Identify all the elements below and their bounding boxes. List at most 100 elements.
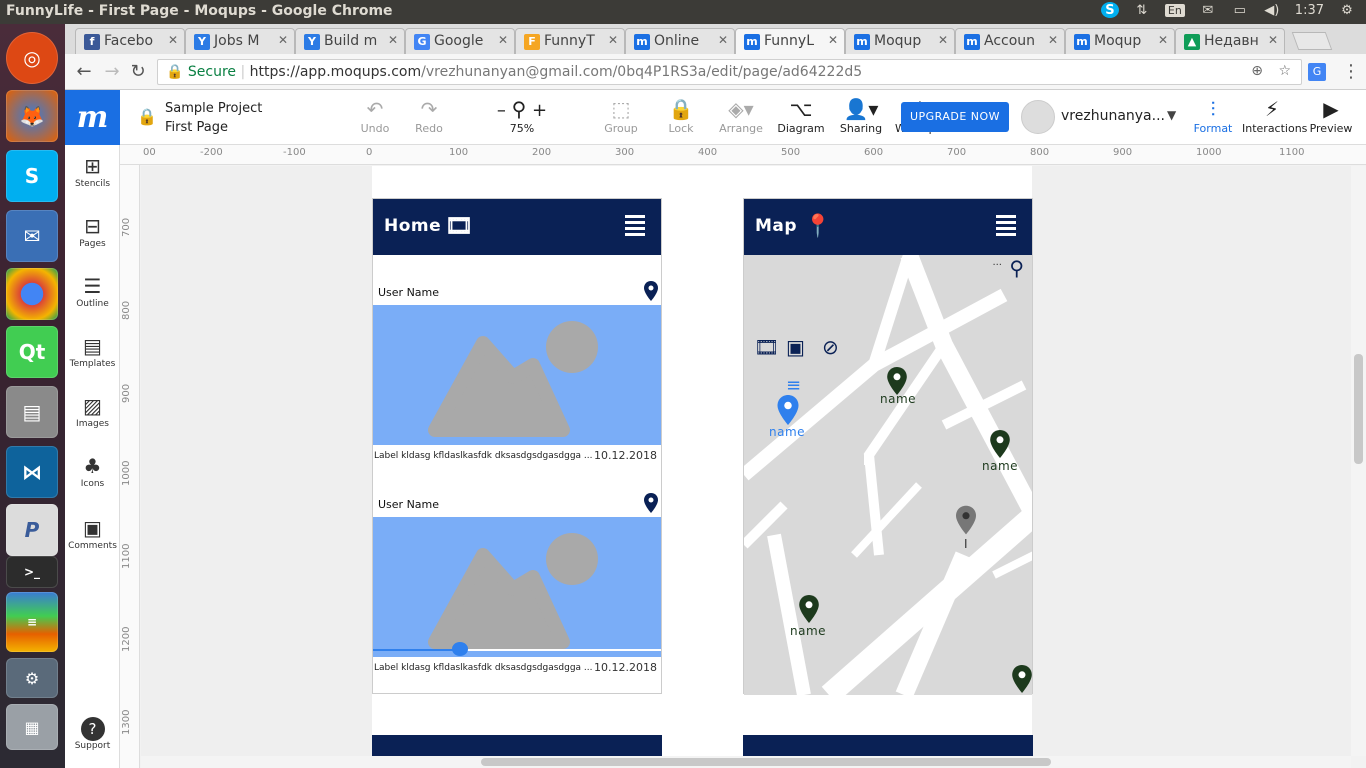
hamburger-menu-icon[interactable] [625,215,645,239]
vertical-scrollbar[interactable] [1351,166,1366,756]
lock-button[interactable]: 🔒 Lock [651,96,711,135]
search-icon[interactable]: ⚲ [1009,256,1024,280]
keyboard-language[interactable]: En [1164,3,1185,17]
next-screen-header[interactable] [743,735,1033,756]
editor-canvas[interactable]: Home 🎞 User Name Label kldasg kfldaslkas… [141,166,1351,756]
close-icon[interactable]: ✕ [828,33,838,47]
phpstorm-icon[interactable]: P [6,504,58,556]
translate-extension-icon[interactable]: G [1308,63,1326,81]
next-screen-header[interactable] [372,735,662,756]
icons-button[interactable]: ♣ Icons [65,453,120,489]
browser-tab[interactable]: m Moqup ✕ [1065,28,1175,54]
office-apps-icon[interactable]: ≡ [6,592,58,652]
firefox-icon[interactable]: 🦊 [6,90,58,142]
horizontal-scrollbar[interactable] [141,756,1351,768]
project-lock-icon[interactable]: 🔒 [137,107,157,126]
zoom-out-button[interactable]: – [497,100,506,121]
browser-tab[interactable]: F FunnyT ✕ [515,28,625,54]
close-icon[interactable]: ✕ [498,33,508,47]
chrome-icon[interactable] [6,268,58,320]
close-icon[interactable]: ✕ [1268,33,1278,47]
film-filter-icon[interactable]: 🎞 [754,335,779,359]
stencils-button[interactable]: ⊞ Stencils [65,153,120,189]
skype-preview-icon[interactable]: S [6,150,58,202]
video-progress-bar[interactable] [373,642,661,656]
map-screen-mockup[interactable]: Map 📍 ... ⚲ 🎞 ▣ ⊘ ≡ name name name name … [743,198,1033,695]
post-image-placeholder[interactable] [373,517,661,657]
ubuntu-dash-icon[interactable]: ◎ [6,32,58,84]
comments-button[interactable]: ▣ Comments [65,515,120,551]
new-tab-button[interactable] [1291,32,1333,50]
forward-icon[interactable]: → [101,61,123,83]
pages-button[interactable]: ⊟ Pages [65,213,120,249]
redo-button[interactable]: ↷ Redo [399,96,459,135]
video-progress-knob[interactable] [452,642,468,656]
chrome-menu-icon[interactable]: ⋮ [1342,61,1360,82]
format-button[interactable]: ⫶ Format [1183,96,1243,135]
bookmark-star-icon[interactable]: ☆ [1278,63,1291,79]
browser-tab[interactable]: m Accoun ✕ [955,28,1065,54]
location-off-icon[interactable]: ⊘ [822,335,839,359]
browser-tab[interactable]: m Moqup ✕ [845,28,955,54]
zoom-magnifier-icon[interactable]: ⚲ [512,97,527,121]
address-bar[interactable]: 🔒 Secure | https://app.moqups.com/vrezhu… [157,59,1302,85]
page-artboard[interactable]: Home 🎞 User Name Label kldasg kfldaslkas… [372,166,1033,756]
mail-icon[interactable]: ✉ [1199,2,1217,18]
reload-icon[interactable]: ↻ [127,61,149,83]
chevron-down-icon[interactable]: ▼ [1167,108,1176,122]
power-gear-icon[interactable]: ⚙ [1338,2,1356,18]
images-button[interactable]: ▨ Images [65,393,120,429]
zoom-in-button[interactable]: + [532,100,547,121]
home-app-bar[interactable]: Home 🎞 [373,199,661,255]
qt-creator-icon[interactable]: Qt [6,326,58,378]
zoom-page-icon[interactable]: ⊕ [1251,63,1263,79]
vscode-icon[interactable]: ⋈ [6,446,58,498]
avatar[interactable] [1021,100,1055,134]
moqups-logo[interactable]: m [65,90,120,145]
map-view[interactable]: ... ⚲ 🎞 ▣ ⊘ ≡ name name name name I [744,255,1032,695]
close-icon[interactable]: ✕ [608,33,618,47]
account-username[interactable]: vrezhunanya... [1061,108,1165,124]
sharing-button[interactable]: 👤▾ Sharing [831,96,891,135]
group-button[interactable]: ⬚ Group [591,96,651,135]
interactions-button[interactable]: ⚡ Interactions [1242,96,1307,135]
close-icon[interactable]: ✕ [168,33,178,47]
hamburger-menu-icon[interactable] [996,215,1016,239]
browser-tab[interactable]: Y Build m ✕ [295,28,405,54]
trash-icon[interactable]: ▦ [6,704,58,750]
clock[interactable]: 1:37 [1295,3,1324,18]
close-icon[interactable]: ✕ [1158,33,1168,47]
browser-tab[interactable]: f Facebo ✕ [75,28,185,54]
close-icon[interactable]: ✕ [718,33,728,47]
skype-icon[interactable]: S [1100,2,1119,18]
diagram-button[interactable]: ⌥ Diagram [771,96,831,135]
contact-card-icon[interactable]: ▣ [786,335,805,359]
zoom-level[interactable]: 75% [510,122,534,135]
browser-tab[interactable]: G Google ✕ [405,28,515,54]
close-icon[interactable]: ✕ [938,33,948,47]
sort-lines-icon[interactable]: ≡ [786,375,801,396]
network-icon[interactable]: ⇅ [1133,2,1151,18]
arrange-button[interactable]: ◈▾ Arrange [711,96,771,135]
close-icon[interactable]: ✕ [388,33,398,47]
project-info[interactable]: Sample Project First Page [165,99,262,137]
close-icon[interactable]: ✕ [278,33,288,47]
horizontal-scroll-thumb[interactable] [481,758,1051,766]
browser-tab[interactable]: ▲ Недавн ✕ [1175,28,1285,54]
back-icon[interactable]: ← [73,61,95,83]
browser-tab[interactable]: m FunnyL ✕ [735,28,845,54]
home-screen-mockup[interactable]: Home 🎞 User Name Label kldasg kfldaslkas… [372,198,662,694]
preview-button[interactable]: ▶ Preview [1301,96,1361,135]
upgrade-now-button[interactable]: UPGRADE NOW [901,102,1009,132]
battery-icon[interactable]: ▭ [1231,2,1249,18]
close-icon[interactable]: ✕ [1048,33,1058,47]
thunderbird-icon[interactable]: ✉ [6,210,58,262]
map-app-bar[interactable]: Map 📍 [744,199,1032,255]
undo-button[interactable]: ↶ Undo [345,96,405,135]
files-icon[interactable]: ▤ [6,386,58,438]
volume-icon[interactable]: ◀) [1263,2,1281,18]
settings-icon[interactable]: ⚙ [6,658,58,698]
terminal-icon[interactable]: >_ [6,556,58,588]
outline-button[interactable]: ☰ Outline [65,273,120,309]
vertical-scroll-thumb[interactable] [1354,354,1363,464]
